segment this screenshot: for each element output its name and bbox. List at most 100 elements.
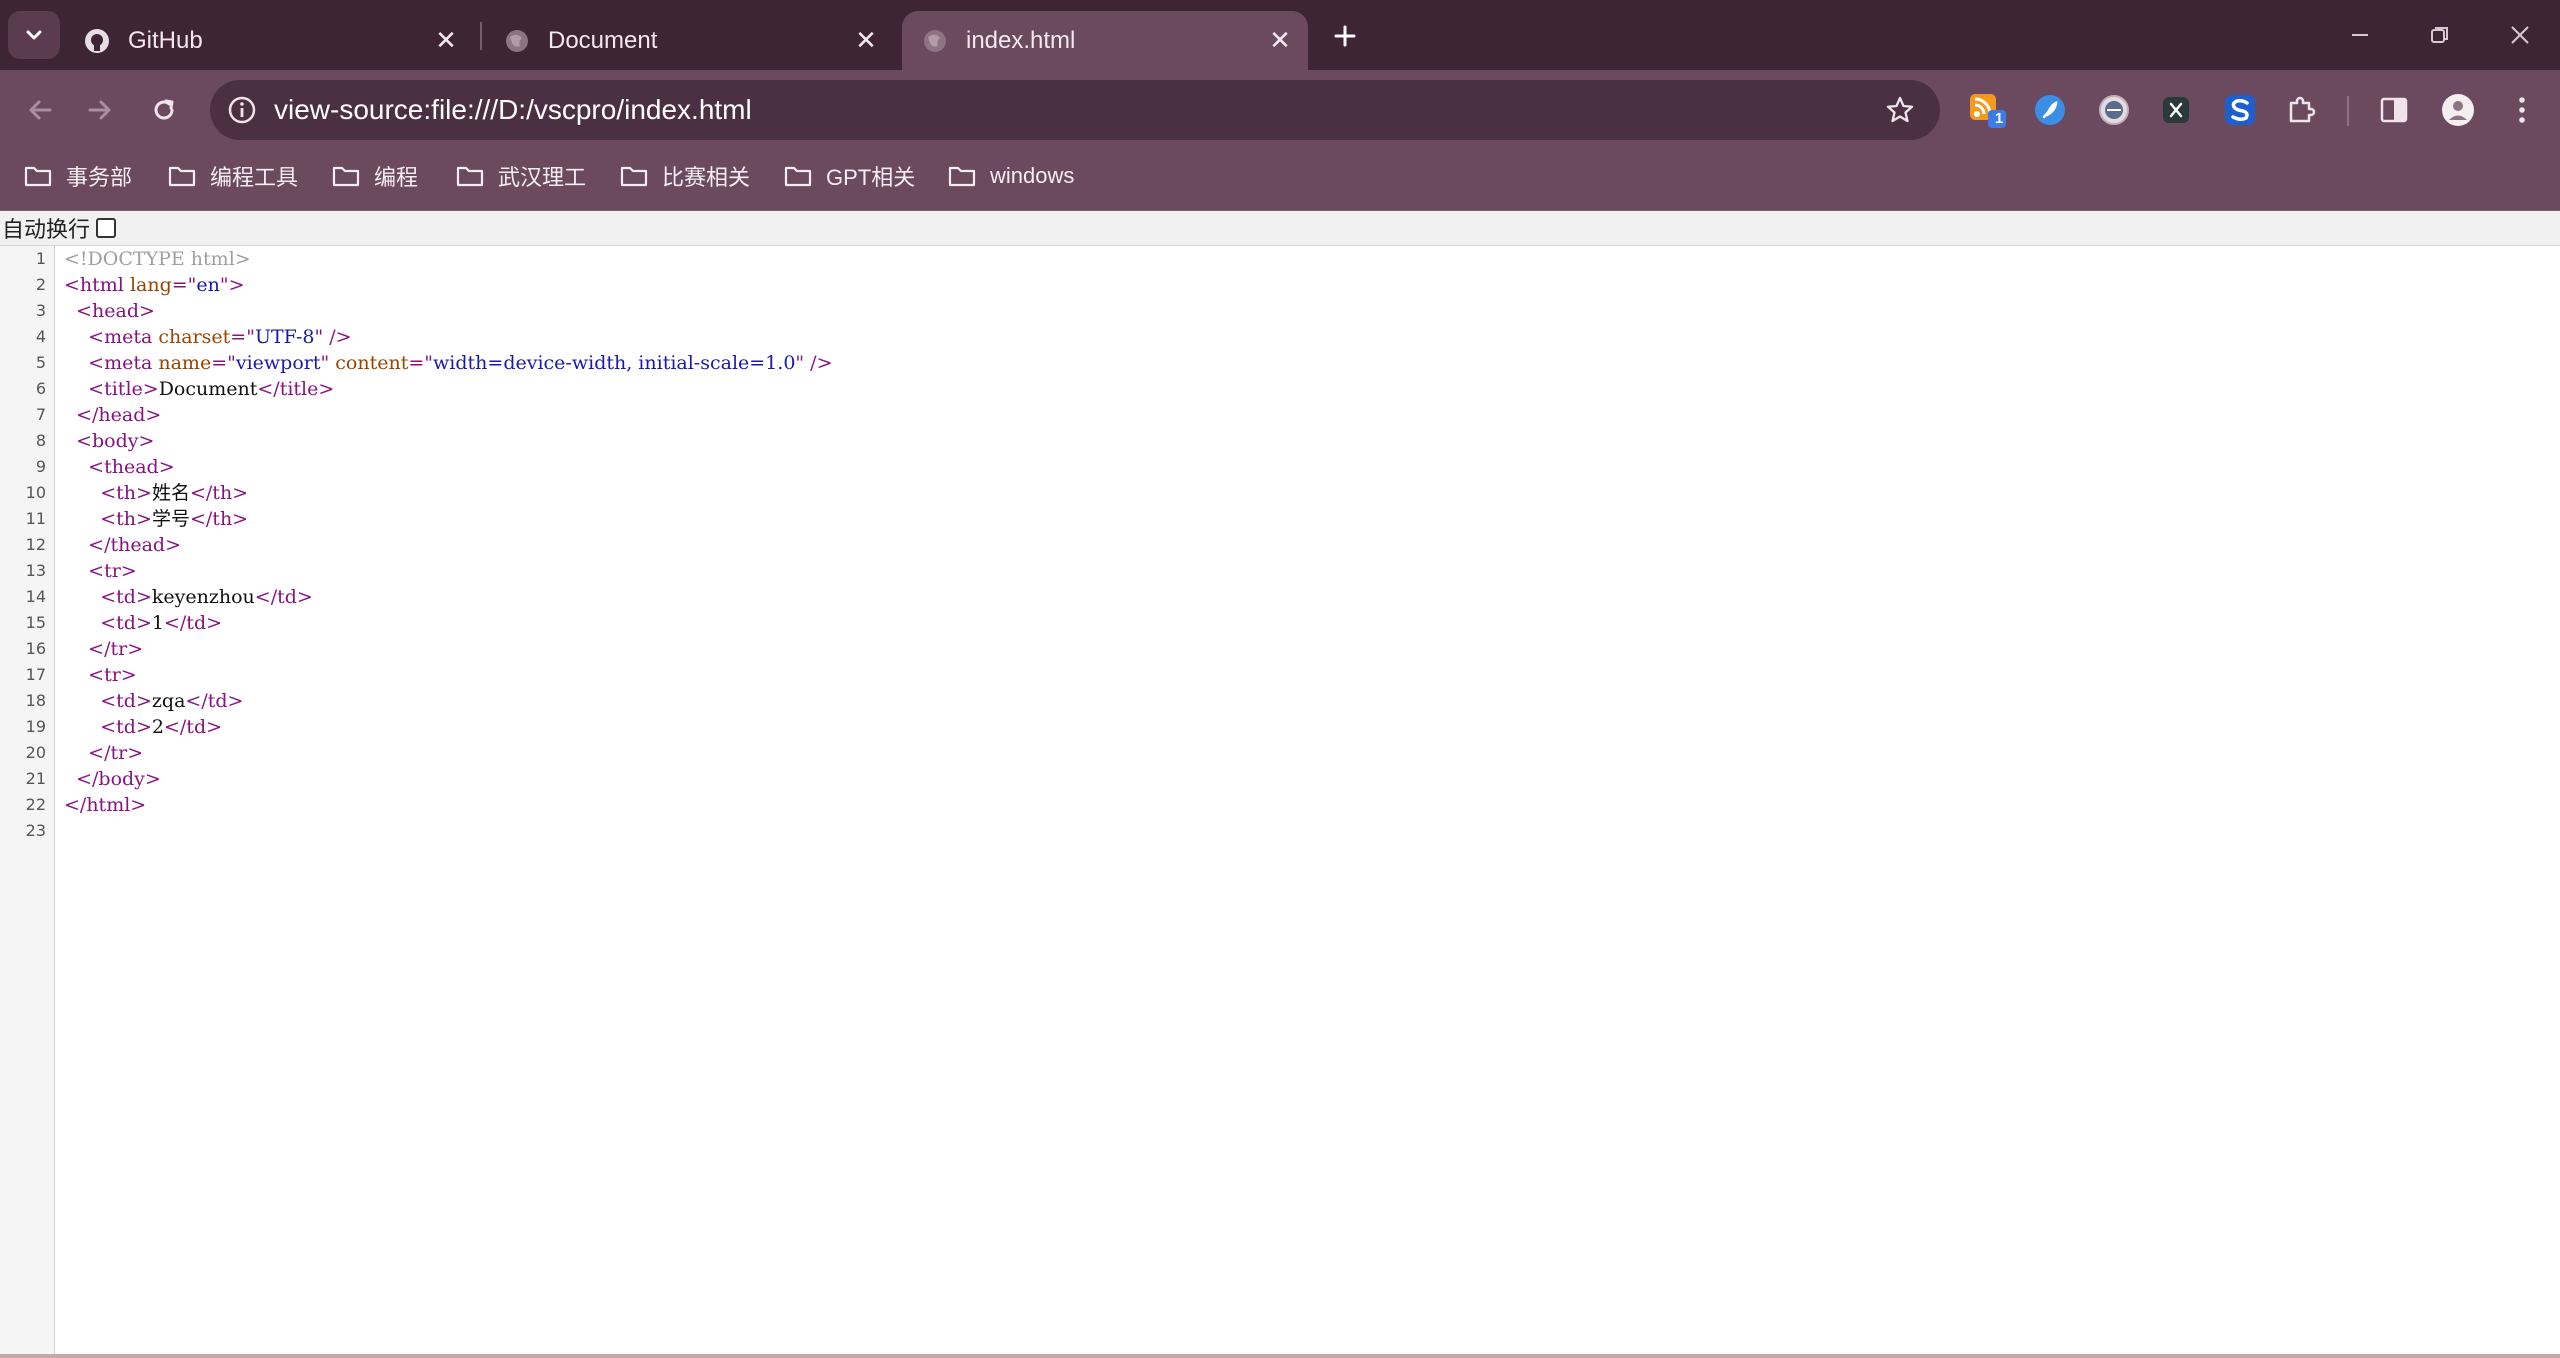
- s-extension-button[interactable]: [2218, 88, 2262, 132]
- reload-button[interactable]: [142, 88, 186, 132]
- bookmark-star-icon[interactable]: [1882, 92, 1918, 128]
- tab-title: Document: [548, 26, 658, 54]
- extensions-button[interactable]: [2280, 88, 2324, 132]
- code-token: </thead>: [88, 534, 182, 556]
- code-token: <tr>: [88, 664, 137, 686]
- minimize-button[interactable]: [2330, 10, 2390, 60]
- x-icon: [2163, 97, 2189, 123]
- source-line: 14 <td>keyenzhou</td>: [0, 584, 2560, 610]
- bookmark-folder[interactable]: 编程: [332, 150, 418, 202]
- code-token: content: [335, 352, 409, 374]
- line-number: 13: [25, 561, 46, 580]
- bookmark-folder[interactable]: GPT相关: [784, 150, 915, 202]
- code-token: ">: [219, 274, 245, 296]
- profile-button[interactable]: [2436, 88, 2480, 132]
- line-number: 10: [25, 483, 46, 502]
- close-icon[interactable]: ✕: [430, 25, 462, 57]
- globe-icon: [504, 28, 530, 54]
- back-button[interactable]: [18, 88, 62, 132]
- source-line: 20 </tr>: [0, 740, 2560, 766]
- line-source: <title>Document</title>: [64, 376, 334, 402]
- puzzle-icon: [2289, 96, 2316, 123]
- close-window-button[interactable]: [2490, 10, 2550, 60]
- bookmark-folder[interactable]: 比赛相关: [620, 150, 750, 202]
- tab-index-html[interactable]: index.html ✕: [902, 11, 1308, 70]
- minimize-icon: [2352, 34, 2368, 36]
- source-line: 7 </head>: [0, 402, 2560, 428]
- code-token: <td>: [100, 690, 152, 712]
- code-token: <th>: [100, 482, 152, 504]
- line-number: 9: [35, 457, 46, 476]
- close-icon[interactable]: ✕: [850, 25, 882, 57]
- chevron-down-icon: [26, 30, 42, 40]
- folder-icon: [332, 163, 362, 189]
- code-token: =": [211, 352, 236, 374]
- code-token: zqa: [151, 690, 186, 712]
- source-line: 19 <td>2</td>: [0, 714, 2560, 740]
- folder-icon: [168, 163, 198, 189]
- tab-document[interactable]: Document ✕: [484, 11, 894, 70]
- kebab-menu-icon: [2519, 97, 2525, 123]
- line-source: <head>: [64, 298, 155, 324]
- line-wrap-label: 自动换行: [2, 218, 91, 243]
- code-token: </td>: [185, 690, 244, 712]
- code-token: </th>: [189, 482, 249, 504]
- address-bar[interactable]: view-source:file:///D:/vscpro/index.html: [210, 80, 1940, 140]
- tab-github[interactable]: GitHub ✕: [64, 11, 474, 70]
- line-number: 14: [25, 587, 46, 606]
- line-wrap-bar: 自动换行: [0, 211, 2560, 246]
- globe-icon: [922, 28, 948, 54]
- line-wrap-checkbox[interactable]: [96, 218, 117, 238]
- menu-button[interactable]: [2500, 88, 2544, 132]
- code-token: 学号: [151, 508, 190, 530]
- tab-title: GitHub: [128, 26, 203, 54]
- code-token: <head>: [76, 300, 155, 322]
- source-line: 16 </tr>: [0, 636, 2560, 662]
- x-extension-button[interactable]: [2154, 88, 2198, 132]
- forward-button[interactable]: [78, 88, 122, 132]
- line-source: <body>: [64, 428, 154, 454]
- address-url[interactable]: view-source:file:///D:/vscpro/index.html: [274, 80, 752, 140]
- folder-icon: [948, 163, 978, 189]
- bookmark-folder[interactable]: 事务部: [24, 150, 132, 202]
- code-token: <thead>: [88, 456, 175, 478]
- source-line: 23: [0, 818, 2560, 844]
- page-content: 自动换行 1 <!DOCTYPE html> 2 <html lang="en"> 3 …: [0, 211, 2560, 1358]
- code-token: <title>: [88, 378, 159, 400]
- bookmark-folder[interactable]: 武汉理工: [456, 150, 586, 202]
- rss-extension-button[interactable]: 1: [1966, 88, 2010, 132]
- bookmark-folder[interactable]: windows: [948, 150, 1074, 202]
- tab-separator: [480, 22, 482, 50]
- line-number: 11: [25, 509, 46, 528]
- tab-search-button[interactable]: [8, 11, 60, 59]
- code-token: <meta: [88, 326, 159, 348]
- side-panel-button[interactable]: [2372, 88, 2416, 132]
- site-info-icon[interactable]: [224, 92, 260, 128]
- line-number: 1: [35, 249, 46, 268]
- restore-button[interactable]: [2410, 10, 2470, 60]
- plus-icon: [1334, 25, 1356, 47]
- github-icon: [84, 28, 110, 54]
- code-token: </td>: [163, 716, 223, 738]
- web-extension-button[interactable]: [2092, 88, 2136, 132]
- source-line: 9 <thead>: [0, 454, 2560, 480]
- source-line: 10 <th>姓名</th>: [0, 480, 2560, 506]
- line-source: <!DOCTYPE html>: [64, 246, 251, 272]
- bookmark-folder[interactable]: 编程工具: [168, 150, 298, 202]
- line-source: <html lang="en">: [64, 272, 245, 298]
- new-tab-button[interactable]: [1325, 16, 1365, 56]
- code-token: <td>: [100, 586, 152, 608]
- feather-extension-button[interactable]: [2028, 88, 2072, 132]
- close-icon[interactable]: ✕: [1264, 25, 1296, 57]
- code-token: " />: [314, 326, 352, 348]
- line-number: 12: [25, 535, 46, 554]
- tab-strip: GitHub ✕ Document ✕ index.html ✕: [0, 0, 2560, 70]
- code-token: Document: [158, 378, 258, 400]
